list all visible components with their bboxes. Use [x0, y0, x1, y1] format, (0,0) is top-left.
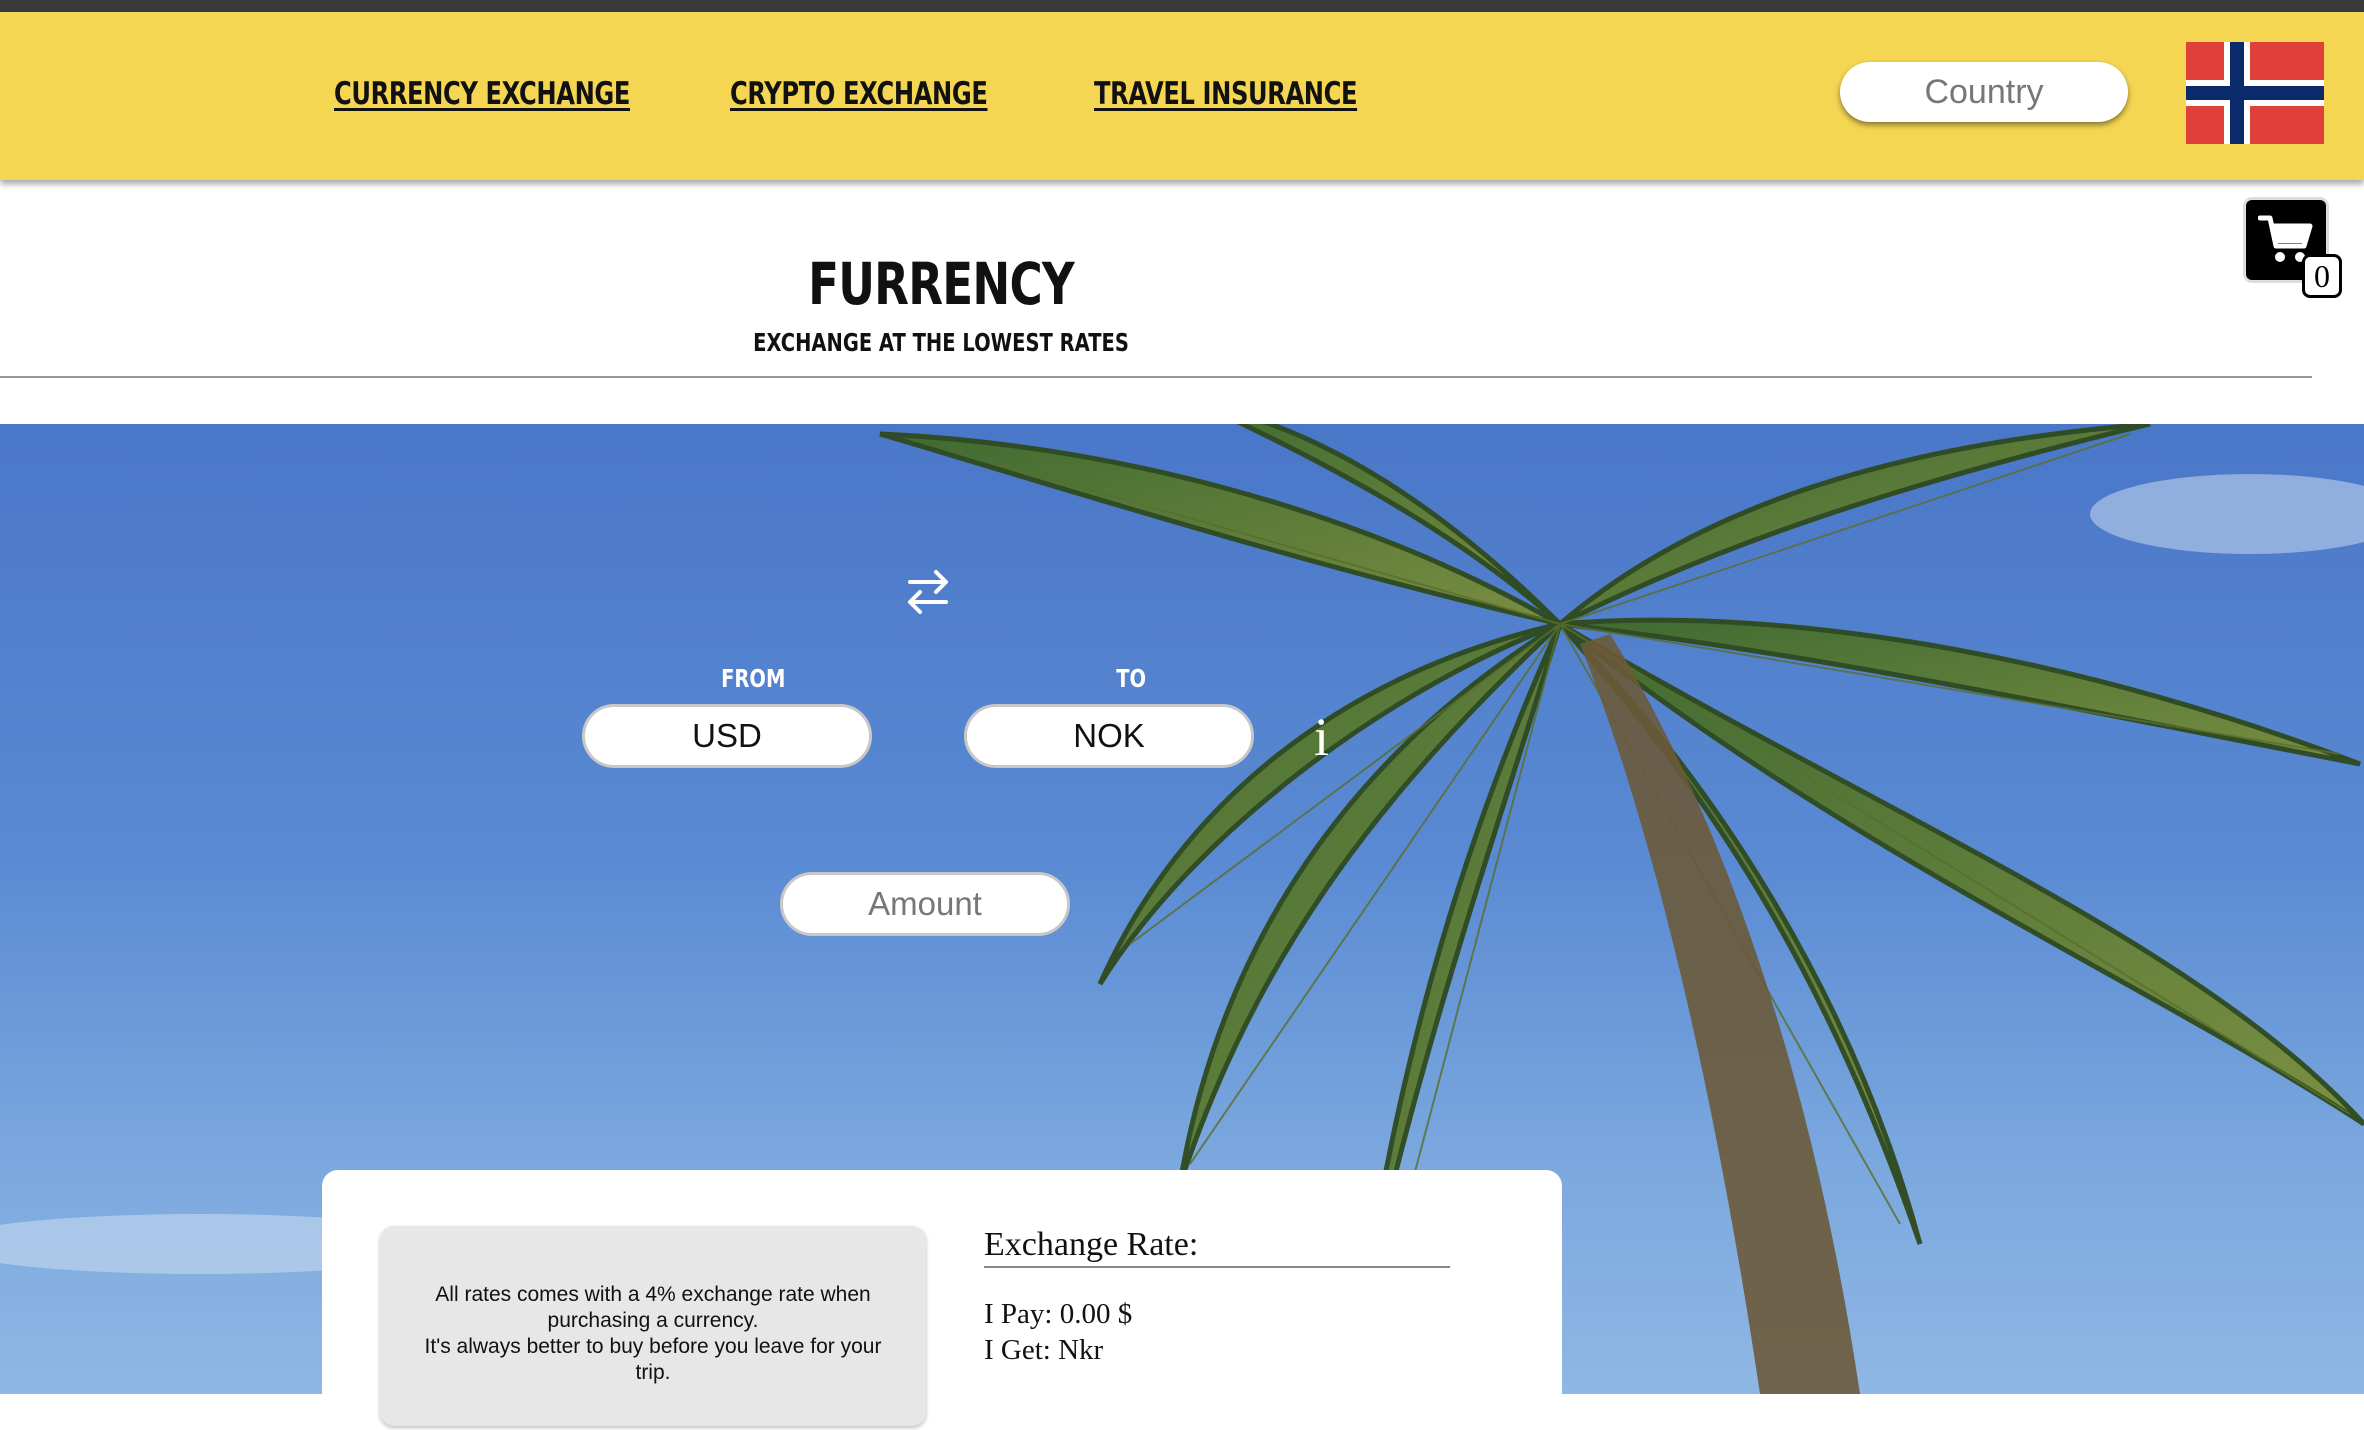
- swap-arrows-icon[interactable]: [900, 564, 956, 620]
- info-icon[interactable]: i: [1314, 706, 1329, 768]
- amount-input[interactable]: Amount: [780, 872, 1070, 936]
- to-label: TO: [1116, 664, 1147, 693]
- cart-count-badge: 0: [2302, 254, 2342, 298]
- get-amount: I Get: Nkr: [984, 1334, 1104, 1366]
- to-currency-select[interactable]: NOK: [964, 704, 1254, 768]
- brand-title: FURRENCY: [808, 250, 1075, 318]
- pay-amount: I Pay: 0.00 $: [984, 1298, 1133, 1330]
- nav-crypto-exchange-link[interactable]: CRYPTO EXCHANGE: [730, 76, 988, 112]
- rate-notice-box: All rates comes with a 4% exchange rate …: [380, 1226, 926, 1426]
- norway-flag-icon[interactable]: [2186, 42, 2324, 144]
- nav-currency-exchange-link[interactable]: CURRENCY EXCHANGE: [334, 76, 630, 112]
- divider: [0, 376, 2312, 378]
- notice-line-1: All rates comes with a 4% exchange rate …: [435, 1283, 871, 1332]
- exchange-rate-underline: [984, 1266, 1450, 1268]
- navbar: CURRENCY EXCHANGE CRYPTO EXCHANGE TRAVEL…: [0, 12, 2364, 180]
- info-panel: All rates comes with a 4% exchange rate …: [322, 1170, 1562, 1430]
- exchange-rate-title: Exchange Rate:: [984, 1226, 1199, 1263]
- nav-travel-insurance-link[interactable]: TRAVEL INSURANCE: [1094, 76, 1358, 112]
- from-label: FROM: [721, 664, 786, 693]
- notice-line-2: It's always better to buy before you lea…: [424, 1335, 882, 1384]
- country-button[interactable]: Country: [1840, 62, 2128, 122]
- from-currency-select[interactable]: USD: [582, 704, 872, 768]
- brand-subtitle: EXCHANGE AT THE LOWEST RATES: [753, 328, 1129, 357]
- top-strip: [0, 0, 2364, 12]
